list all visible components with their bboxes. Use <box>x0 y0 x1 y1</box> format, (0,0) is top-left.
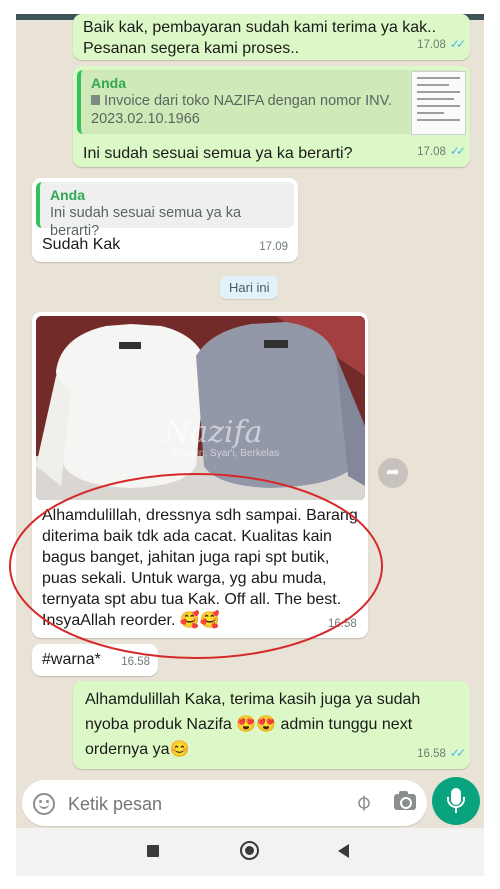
highlight-annotation <box>9 473 383 659</box>
